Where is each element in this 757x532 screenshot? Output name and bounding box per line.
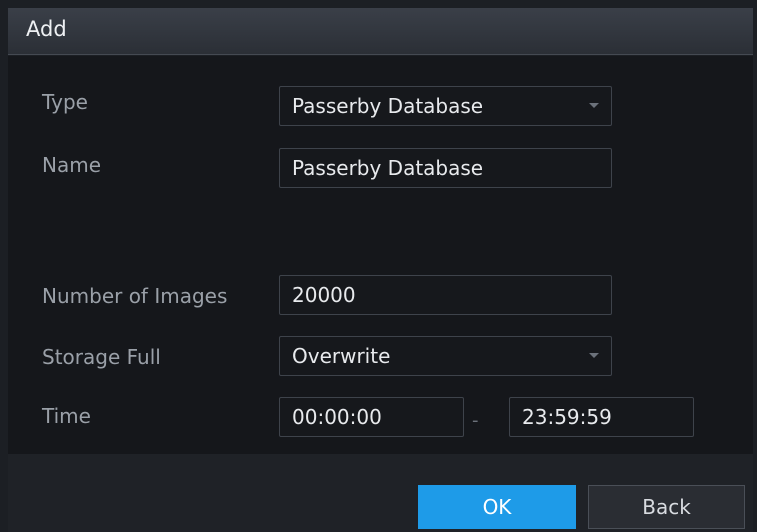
storage-full-select-value: Overwrite <box>292 344 391 368</box>
name-field[interactable]: Passerby Database <box>279 148 612 188</box>
name-label: Name <box>42 153 102 177</box>
time-start-field[interactable]: 00:00:00 <box>279 397 464 437</box>
number-of-images-field[interactable]: 20000 <box>279 275 612 315</box>
time-start-value: 00:00:00 <box>292 405 382 429</box>
number-of-images-label: Number of Images <box>42 284 228 308</box>
storage-full-select[interactable]: Overwrite <box>279 336 612 376</box>
number-of-images-value: 20000 <box>292 283 356 307</box>
dialog-titlebar: Add <box>8 8 753 55</box>
type-label: Type <box>42 90 88 114</box>
time-end-field[interactable]: 23:59:59 <box>509 397 694 437</box>
type-select[interactable]: Passerby Database <box>279 86 612 126</box>
chevron-down-icon <box>589 103 599 108</box>
back-button[interactable]: Back <box>588 485 745 529</box>
type-select-value: Passerby Database <box>292 94 484 118</box>
time-end-value: 23:59:59 <box>522 405 612 429</box>
time-separator: - <box>472 410 479 431</box>
storage-full-label: Storage Full <box>42 345 161 369</box>
time-label: Time <box>42 404 91 428</box>
name-field-value: Passerby Database <box>292 156 484 180</box>
add-dialog: Add Type Passerby Database Name Passerby… <box>0 0 757 532</box>
ok-button[interactable]: OK <box>418 485 576 529</box>
chevron-down-icon <box>589 353 599 358</box>
dialog-title: Add <box>26 17 67 41</box>
